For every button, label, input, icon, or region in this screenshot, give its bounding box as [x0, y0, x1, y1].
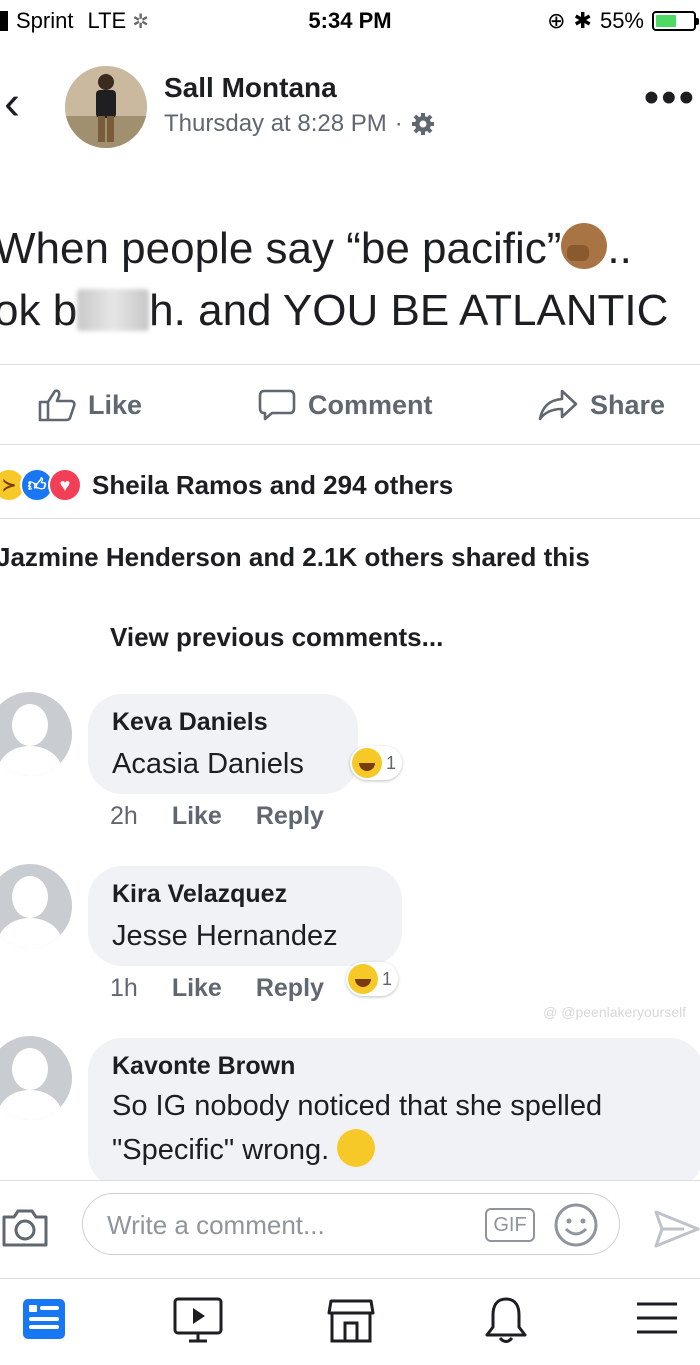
view-previous-comments[interactable]: View previous comments...	[110, 622, 443, 653]
comment-text-line-2: "Specific" wrong.	[112, 1133, 330, 1166]
comment-button[interactable]: Comment	[258, 388, 433, 422]
love-reaction-icon: ♥	[48, 468, 82, 502]
post-timestamp[interactable]: Thursday at 8:28 PM	[164, 110, 387, 138]
share-button[interactable]: Share	[538, 388, 665, 422]
menu-icon[interactable]	[634, 1295, 680, 1341]
battery-icon	[652, 11, 699, 31]
post-line-1-end: ..	[607, 224, 632, 273]
reactions-summary[interactable]: ≻ 👍︎ ♥ Sheila Ramos and 294 others	[0, 468, 453, 502]
battery-percent: 55%	[599, 8, 644, 33]
shares-summary[interactable]: Jazmine Henderson and 2.1K others shared…	[0, 542, 590, 573]
comment-placeholder: Write a comment...	[107, 1210, 325, 1240]
divider	[0, 518, 700, 519]
comment-like-link[interactable]: Like	[172, 802, 222, 831]
comment-actions: 2h Like Reply	[110, 802, 324, 831]
bluetooth-icon: ✱	[573, 8, 592, 33]
reactions-text: Sheila Ramos and 294 others	[92, 469, 454, 500]
comment-time: 1h	[110, 974, 138, 1002]
comment-composer: Write a comment... GIF	[0, 1180, 700, 1278]
thinking-emoji-icon	[337, 1128, 376, 1167]
comment-text: So IG nobody noticed that she spelled "S…	[112, 1085, 680, 1172]
status-right: ⊕ ✱ 55%	[547, 8, 699, 34]
news-feed-icon[interactable]	[20, 1295, 68, 1343]
avatar[interactable]	[0, 1036, 72, 1120]
facepalm-emoji-icon	[561, 223, 608, 269]
comment-reaction-badge[interactable]: 1	[346, 962, 399, 996]
comment-bubble: Keva Daniels Acasia Daniels	[88, 694, 358, 794]
bottom-tab-bar	[0, 1278, 700, 1365]
comment-text: Acasia Daniels	[112, 748, 304, 780]
post-text: When people say “be pacific”.. ok b h. an…	[0, 218, 700, 342]
comment-like-link[interactable]: Like	[172, 974, 222, 1003]
comment-text: Jesse Hernandez	[112, 920, 338, 952]
post-line-2-start: ok b	[0, 286, 78, 335]
post-author[interactable]: Sall Montana	[164, 72, 337, 104]
like-label: Like	[88, 389, 143, 420]
gear-icon	[411, 113, 434, 135]
comment-reply-link[interactable]: Reply	[256, 802, 324, 831]
meta-separator: ·	[394, 110, 403, 137]
gif-button[interactable]: GIF	[485, 1208, 535, 1242]
bell-icon[interactable]	[482, 1295, 530, 1345]
comment-author[interactable]: Keva Daniels	[112, 708, 334, 737]
comment-icon	[258, 389, 296, 421]
comment-actions: 1h Like Reply	[110, 974, 324, 1003]
comment-bubble: Kavonte Brown So IG nobody noticed that …	[88, 1038, 700, 1188]
send-icon[interactable]	[654, 1209, 700, 1249]
reaction-count: 1	[386, 752, 397, 773]
avatar[interactable]	[0, 692, 72, 776]
reaction-count: 1	[382, 968, 393, 989]
comment-time: 2h	[110, 802, 138, 830]
camera-icon[interactable]	[0, 1207, 50, 1249]
share-label: Share	[590, 389, 666, 420]
like-button[interactable]: Like	[38, 388, 142, 422]
post-line-2-end: h. and YOU BE ATLANTIC	[149, 286, 669, 335]
comment-input[interactable]: Write a comment... GIF	[82, 1193, 620, 1255]
comment-author[interactable]: Kira Velazquez	[112, 880, 378, 909]
comment-reaction-badge[interactable]: 1	[350, 746, 403, 780]
comment-label: Comment	[308, 389, 433, 420]
watermark: @ @peenlakeryourself	[543, 1004, 686, 1020]
comment-reply-link[interactable]: Reply	[256, 974, 324, 1003]
divider	[0, 364, 700, 365]
comment-author[interactable]: Kavonte Brown	[112, 1052, 680, 1081]
watch-icon[interactable]	[172, 1295, 224, 1345]
post-line-1: When people say “be pacific”	[0, 224, 562, 273]
censored-blur	[77, 289, 150, 331]
like-icon	[38, 389, 76, 422]
status-bar: Sprint LTE ✲ 5:34 PM ⊕ ✱ 55%	[0, 0, 700, 44]
smile-icon[interactable]	[553, 1202, 599, 1248]
author-avatar[interactable]	[65, 66, 147, 148]
post-meta: Thursday at 8:28 PM ·	[164, 110, 435, 138]
comment-bubble: Kira Velazquez Jesse Hernandez	[88, 866, 402, 966]
divider	[0, 444, 700, 445]
back-chevron-icon[interactable]: ‹	[4, 80, 20, 128]
post-action-bar: Like Comment Share	[0, 366, 700, 444]
marketplace-icon[interactable]	[326, 1295, 376, 1345]
rotation-lock-icon: ⊕	[547, 8, 566, 33]
share-icon	[538, 389, 578, 421]
haha-reaction-icon	[352, 748, 382, 778]
comment-text-line-1: So IG nobody noticed that she spelled	[112, 1090, 603, 1122]
more-icon[interactable]: •••	[644, 76, 696, 120]
haha-reaction-icon	[348, 964, 378, 994]
avatar[interactable]	[0, 864, 72, 948]
